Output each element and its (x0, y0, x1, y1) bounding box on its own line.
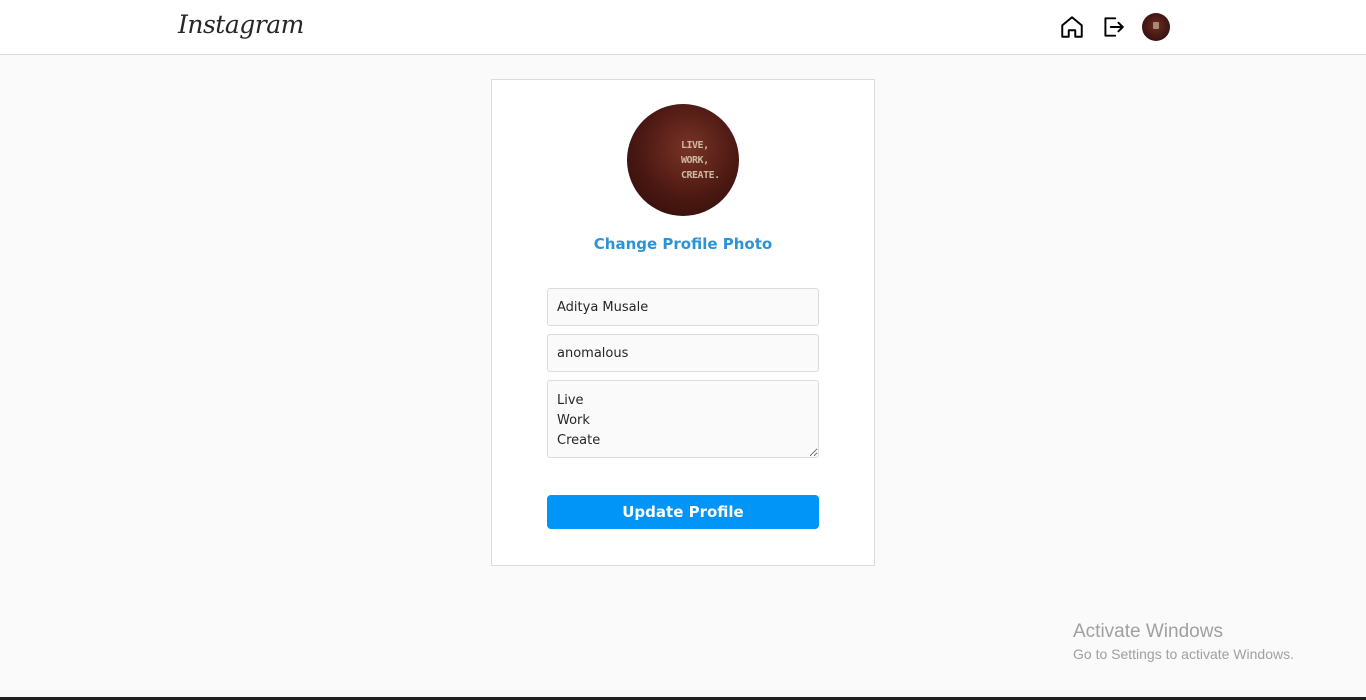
profile-photo-text: LIVE, WORK, CREATE. (681, 140, 720, 181)
edit-profile-card: LIVE, WORK, CREATE. Change Profile Photo… (491, 79, 875, 566)
avatar[interactable] (1142, 13, 1170, 41)
update-profile-button[interactable]: Update Profile (547, 495, 819, 529)
home-icon[interactable] (1059, 14, 1085, 40)
profile-photo[interactable]: LIVE, WORK, CREATE. (627, 104, 739, 216)
top-navbar: Instagram (0, 0, 1366, 55)
watermark-subtitle: Go to Settings to activate Windows. (1073, 646, 1294, 662)
username-input[interactable] (547, 334, 819, 372)
name-input[interactable] (547, 288, 819, 326)
activate-windows-watermark: Activate Windows Go to Settings to activ… (1073, 621, 1294, 662)
logout-icon[interactable] (1100, 14, 1126, 40)
avatar-image (1153, 22, 1159, 29)
watermark-title: Activate Windows (1073, 621, 1223, 642)
change-profile-photo-link[interactable]: Change Profile Photo (492, 235, 874, 253)
instagram-logo[interactable]: Instagram (178, 10, 304, 39)
bio-textarea[interactable]: Live Work Create (547, 380, 819, 458)
